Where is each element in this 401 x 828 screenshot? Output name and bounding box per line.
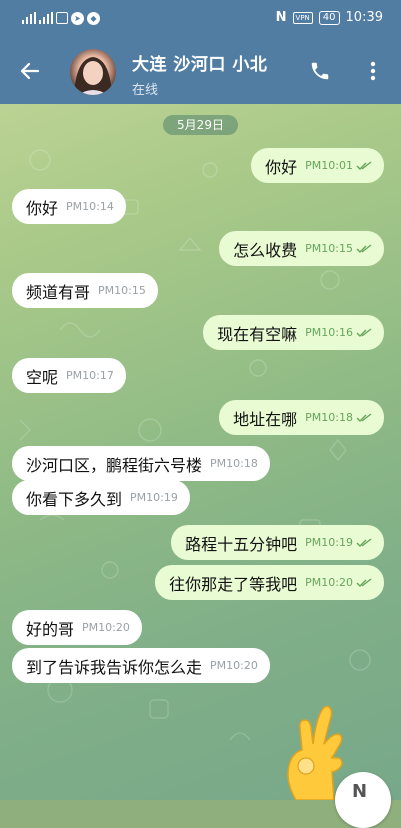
message-time: PM10:14 (66, 200, 114, 213)
message-text: 空呢 (26, 367, 59, 387)
clock: 10:39 (345, 10, 383, 25)
message-time: PM10:15 (305, 242, 353, 255)
message-time: PM10:17 (66, 369, 114, 382)
fab-label: N (352, 781, 368, 802)
nfc-icon: N (275, 10, 287, 25)
message-time: PM10:19 (130, 491, 178, 504)
status-bar: ➤ ◆ N VPN 40 10:39 (0, 0, 401, 38)
incoming-message[interactable]: 你好 PM10:14 (12, 189, 126, 224)
double-check-icon (356, 327, 372, 337)
chat-title[interactable]: 大连 沙河口 小北 (132, 50, 267, 75)
outgoing-message[interactable]: 路程十五分钟吧 PM10:19 (171, 525, 384, 560)
notification-icon (56, 12, 68, 24)
outgoing-message[interactable]: 怎么收费 PM10:15 (219, 231, 384, 266)
message-text: 现在有空嘛 (217, 324, 298, 344)
message-text: 到了告诉我告诉你怎么走 (26, 657, 203, 677)
message-time: PM10:19 (305, 536, 353, 549)
incoming-message[interactable]: 你看下多久到 PM10:19 (12, 480, 190, 515)
incoming-message[interactable]: 空呢 PM10:17 (12, 358, 126, 393)
more-vertical-icon[interactable] (366, 60, 380, 82)
online-status: 在线 (132, 83, 159, 98)
message-time: PM10:01 (305, 159, 353, 172)
message-text: 地址在哪 (233, 409, 298, 429)
message-time: PM10:20 (210, 659, 258, 672)
signal-icon (39, 12, 53, 24)
double-check-icon (356, 537, 372, 547)
message-time: PM10:16 (305, 326, 353, 339)
outgoing-message[interactable]: 你好 PM10:01 (251, 148, 384, 183)
message-time: PM10:18 (305, 411, 353, 424)
message-time: PM10:20 (305, 576, 353, 589)
message-text: 沙河口区，鹏程街六号楼 (26, 455, 203, 475)
double-check-icon (356, 412, 372, 422)
message-text: 频道有哥 (26, 282, 91, 302)
vpn-badge: VPN (292, 11, 313, 24)
message-text: 你好 (26, 198, 59, 218)
app-icon: ◆ (87, 11, 100, 25)
arrow-left-icon[interactable] (18, 59, 42, 83)
message-text: 你看下多久到 (26, 489, 123, 509)
message-time: PM10:15 (98, 284, 146, 297)
double-check-icon (356, 577, 372, 587)
message-time: PM10:20 (82, 621, 130, 634)
message-text: 往你那走了等我吧 (169, 574, 298, 594)
battery-indicator: 40 (318, 10, 340, 25)
message-text: 路程十五分钟吧 (185, 534, 298, 554)
avatar[interactable] (70, 49, 116, 95)
message-text: 你好 (265, 157, 298, 177)
scroll-down-button[interactable]: N (335, 772, 391, 828)
double-check-icon (356, 243, 372, 253)
message-text: 好的哥 (26, 619, 75, 639)
incoming-message[interactable]: 好的哥 PM10:20 (12, 610, 142, 645)
incoming-message[interactable]: 沙河口区，鹏程街六号楼 PM10:18 (12, 446, 270, 481)
outgoing-message[interactable]: 往你那走了等我吧 PM10:20 (155, 565, 384, 600)
ok-hand-emoji[interactable] (278, 700, 348, 800)
incoming-message[interactable]: 到了告诉我告诉你怎么走 PM10:20 (12, 648, 270, 683)
outgoing-message[interactable]: 地址在哪 PM10:18 (219, 400, 384, 435)
chat-header: 大连 沙河口 小北 在线 (0, 38, 401, 104)
signal-icon (22, 12, 36, 24)
outgoing-message[interactable]: 现在有空嘛 PM10:16 (203, 315, 384, 350)
double-check-icon (356, 160, 372, 170)
telegram-icon: ➤ (71, 11, 84, 25)
phone-icon[interactable] (309, 60, 331, 82)
date-separator: 5月29日 (163, 115, 238, 135)
incoming-message[interactable]: 频道有哥 PM10:15 (12, 273, 158, 308)
message-time: PM10:18 (210, 457, 258, 470)
message-text: 怎么收费 (233, 240, 298, 260)
